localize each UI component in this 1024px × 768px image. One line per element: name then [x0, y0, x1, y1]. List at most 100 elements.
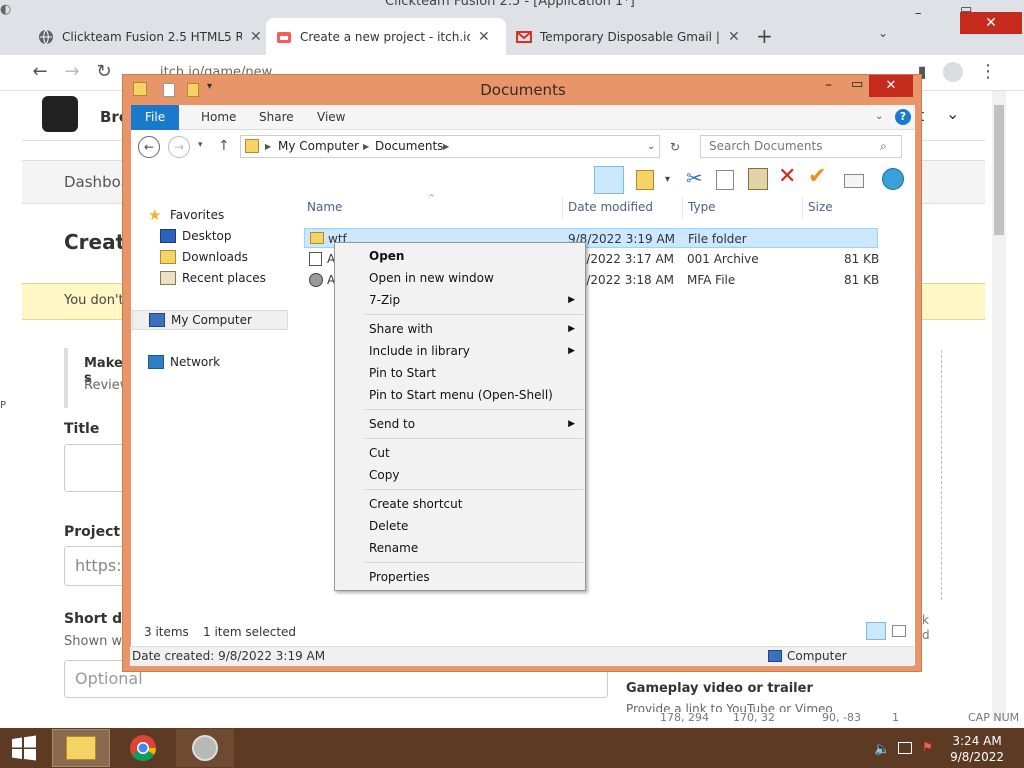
taskbar-chrome[interactable] — [114, 729, 172, 767]
nav-downloads[interactable]: Downloads — [160, 247, 248, 267]
menu-item-send-to[interactable]: Send to ▶ — [335, 413, 585, 435]
menu-item-copy[interactable]: Copy — [335, 464, 585, 486]
taskbar-clock[interactable]: 3:24 AM 9/8/2022 — [950, 733, 1004, 765]
chevron-down-icon[interactable]: ▾ — [665, 174, 670, 185]
new-folder-icon[interactable] — [187, 83, 199, 97]
menu-item-properties[interactable]: Properties — [335, 566, 585, 588]
browser-close-button[interactable]: ✕ — [960, 12, 1022, 34]
breadcrumb-my-computer[interactable]: My Computer — [278, 136, 359, 157]
forward-icon[interactable]: → — [168, 136, 190, 158]
properties-icon[interactable] — [844, 174, 864, 188]
nav-favorites[interactable]: ★ Favorites — [148, 205, 224, 225]
column-size[interactable]: Size — [808, 200, 833, 218]
forward-icon[interactable]: → — [60, 60, 84, 84]
menu-item-7zip[interactable]: 7-Zip ▶ — [335, 289, 585, 311]
minimize-icon[interactable]: – — [825, 77, 832, 93]
quick-access-dropdown-icon[interactable]: ▾ — [207, 81, 212, 92]
menu-item-pin-to-start[interactable]: Pin to Start — [335, 362, 585, 384]
menu-item-pin-start-menu[interactable]: Pin to Start menu (Open-Shell) — [335, 384, 585, 406]
dashboard-link[interactable]: Dashboa — [64, 173, 130, 191]
start-button[interactable] — [0, 729, 48, 767]
ribbon-tab-file[interactable]: File — [131, 105, 180, 130]
menu-item-cut[interactable]: Cut — [335, 442, 585, 464]
menu-icon[interactable]: ⋮ — [976, 60, 1000, 84]
new-tab-button[interactable]: + — [756, 24, 773, 48]
network-status-icon[interactable] — [898, 742, 912, 754]
ribbon-tab-view[interactable]: View — [303, 105, 359, 130]
chevron-down-icon[interactable]: ⌄ — [647, 136, 655, 157]
chevron-right-icon[interactable]: ▶ — [363, 136, 369, 157]
menu-item-open-new-window[interactable]: Open in new window — [335, 267, 585, 289]
profile-icon[interactable] — [943, 62, 963, 82]
minimize-icon[interactable]: – — [915, 6, 922, 21]
recent-locations-icon[interactable]: ▾ — [198, 140, 203, 150]
taskbar-explorer[interactable] — [52, 729, 110, 767]
column-date-modified[interactable]: Date modified — [568, 200, 653, 218]
reload-icon[interactable]: ↻ — [92, 60, 116, 84]
nav-recent-places[interactable]: Recent places — [160, 268, 266, 288]
nav-network[interactable]: Network — [148, 352, 220, 372]
page-scrollbar[interactable] — [992, 91, 1006, 721]
tab-itch[interactable]: Create a new project - itch.io ✕ — [266, 18, 506, 55]
close-icon[interactable]: ✕ — [728, 29, 740, 45]
rename-icon[interactable]: ✔ — [808, 164, 826, 189]
chevron-right-icon[interactable]: ▶ — [443, 136, 449, 157]
chevron-down-icon[interactable]: ⌄ — [946, 104, 959, 123]
status-caps: CAP NUM — [968, 711, 1020, 724]
copy-icon[interactable] — [716, 170, 734, 190]
nav-my-computer[interactable]: My Computer — [132, 310, 288, 330]
breadcrumb-documents[interactable]: Documents — [375, 136, 443, 157]
ribbon-tab-share[interactable]: Share — [245, 105, 308, 130]
delete-icon[interactable]: ✕ — [778, 164, 796, 189]
context-menu: Open Open in new window 7-Zip ▶ Share wit… — [334, 242, 586, 591]
nav-desktop[interactable]: Desktop — [160, 226, 232, 246]
chevron-right-icon[interactable]: ▶ — [265, 136, 271, 157]
menu-item-rename[interactable]: Rename — [335, 537, 585, 559]
tab-gmail[interactable]: Temporary Disposable Gmail | Te ✕ — [506, 18, 750, 55]
close-icon[interactable]: ✕ — [478, 29, 490, 45]
menu-item-open[interactable]: Open — [335, 245, 585, 267]
navigation-pane: ★ Favorites Desktop Downloads Recent plac… — [130, 196, 290, 606]
upload-dropzone[interactable] — [922, 350, 942, 600]
column-divider[interactable] — [562, 198, 563, 218]
column-type[interactable]: Type — [688, 200, 716, 218]
back-icon[interactable]: ← — [138, 136, 160, 158]
close-icon[interactable]: ✕ — [250, 29, 262, 45]
tab-clickteam[interactable]: Clickteam Fusion 2.5 HTML5 Run ✕ — [28, 18, 272, 55]
search-input[interactable]: Search Documents — [700, 135, 902, 158]
back-icon[interactable]: ← — [28, 60, 52, 84]
tab-search-icon[interactable]: ⌄ — [878, 26, 888, 40]
cut-icon[interactable]: ✂ — [686, 166, 703, 190]
app-icon: ◐ — [0, 2, 12, 17]
organize-icon[interactable] — [636, 170, 654, 190]
ribbon-tab-home[interactable]: Home — [187, 105, 250, 130]
menu-item-delete[interactable]: Delete — [335, 515, 585, 537]
properties-icon[interactable] — [163, 83, 175, 97]
refresh-icon[interactable]: ↻ — [664, 136, 686, 158]
volume-muted-icon[interactable]: 🔈 — [874, 742, 890, 757]
menu-item-create-shortcut[interactable]: Create shortcut — [335, 493, 585, 515]
globe-icon[interactable] — [882, 168, 904, 190]
help-icon[interactable]: ? — [895, 109, 911, 125]
scroll-thumb[interactable] — [994, 105, 1004, 235]
menu-item-share-with[interactable]: Share with ▶ — [335, 318, 585, 340]
address-breadcrumb[interactable]: ▶ My Computer ▶ Documents ▶ ⌄ — [240, 135, 660, 158]
maximize-icon[interactable]: ▭ — [851, 77, 863, 92]
taskbar-fusion[interactable] — [176, 729, 234, 767]
paste-icon[interactable] — [748, 168, 768, 190]
preview-pane-icon[interactable] — [594, 166, 624, 194]
status-coords2: 170, 32 — [733, 711, 775, 724]
menu-item-include-library[interactable]: Include in library ▶ — [335, 340, 585, 362]
details-view-icon[interactable] — [866, 622, 886, 640]
column-divider[interactable] — [682, 198, 683, 218]
column-divider[interactable] — [802, 198, 803, 218]
column-name[interactable]: Name — [307, 200, 342, 218]
explorer-close-button[interactable]: ✕ — [869, 75, 913, 97]
itch-logo-icon[interactable] — [42, 96, 78, 132]
up-icon[interactable]: ↑ — [218, 138, 230, 154]
ribbon-expand-icon[interactable]: ⌄ — [875, 111, 883, 122]
search-icon[interactable]: ⌕ — [880, 139, 887, 154]
large-icons-view-icon[interactable] — [892, 625, 906, 637]
action-center-icon[interactable]: ⚑ — [922, 740, 933, 754]
nav-label: Desktop — [182, 229, 232, 243]
